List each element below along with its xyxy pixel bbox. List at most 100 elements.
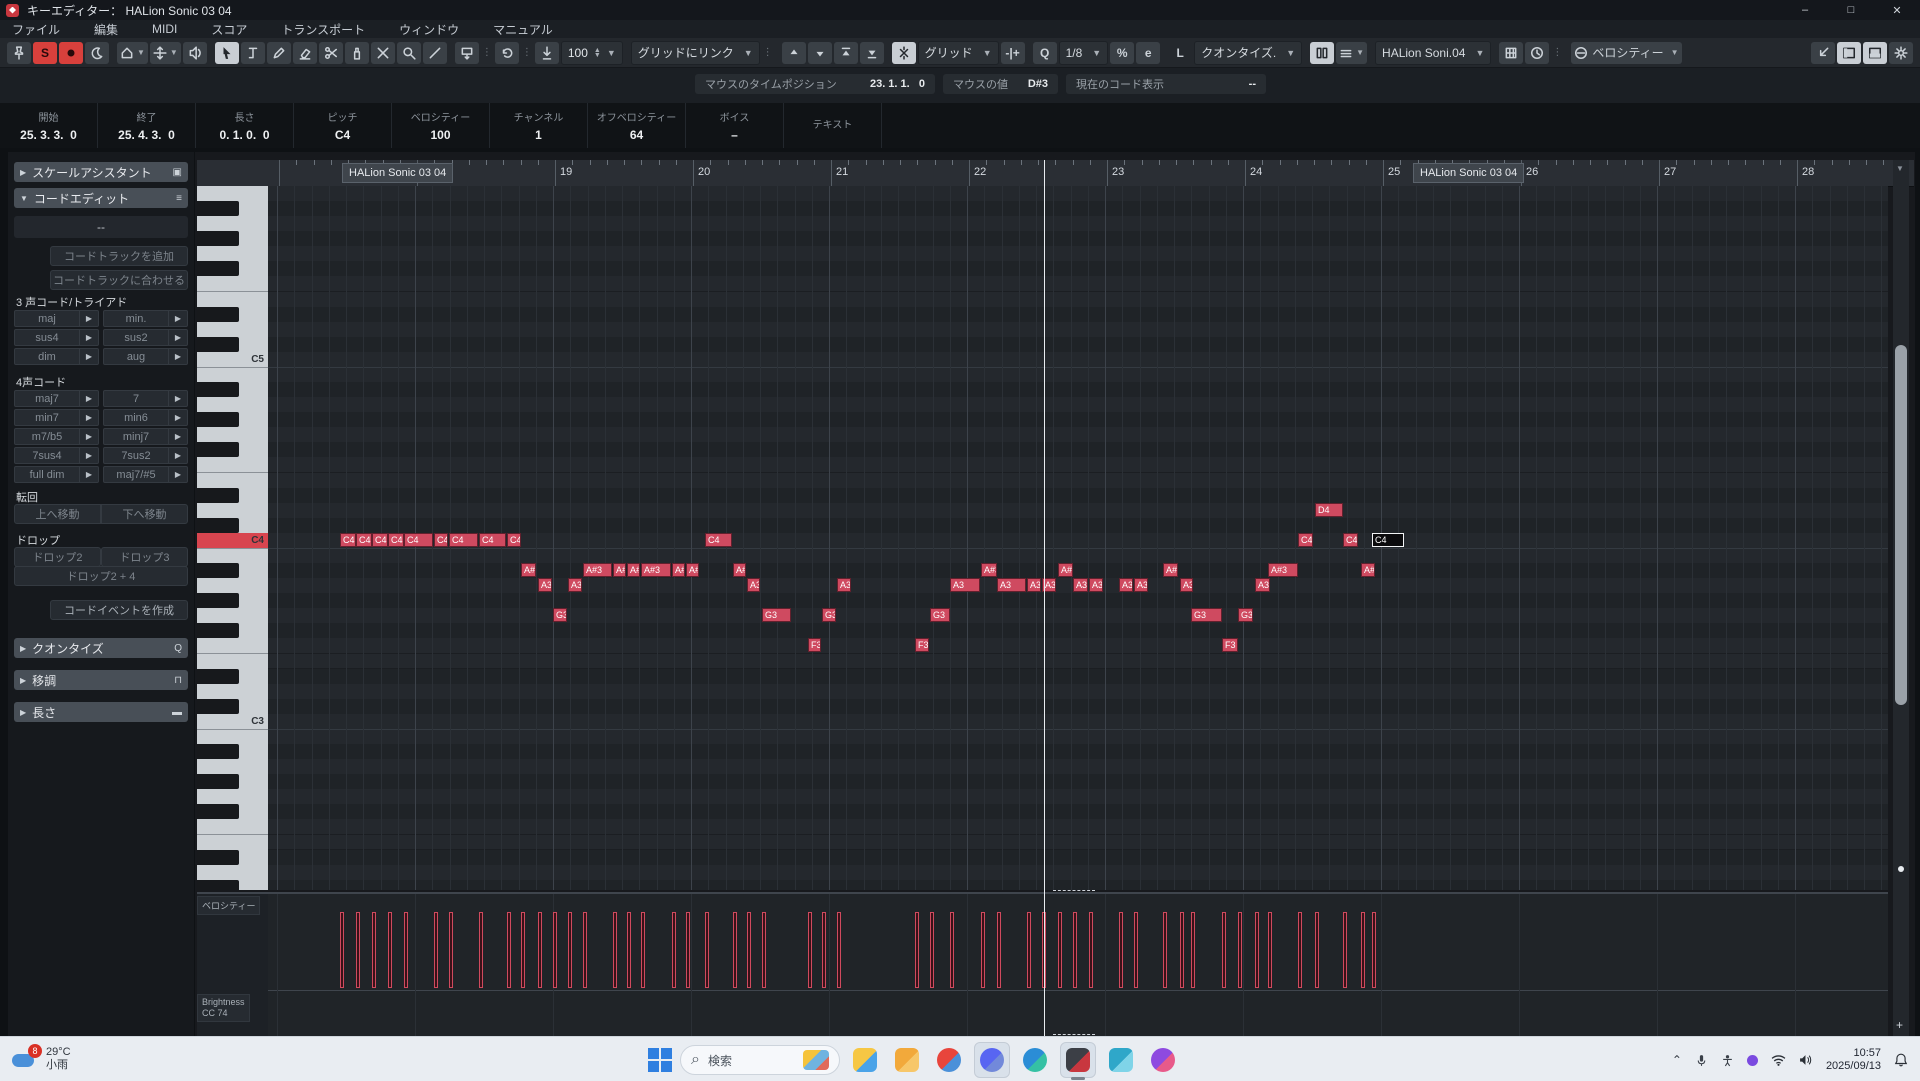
app-dot-icon[interactable]	[1747, 1055, 1758, 1066]
velocity-bar[interactable]	[1315, 912, 1319, 988]
tool-mute-x[interactable]	[371, 42, 395, 64]
midi-note[interactable]: G3	[553, 608, 567, 622]
midi-note[interactable]: A3	[1134, 578, 1148, 592]
velocity-bar[interactable]	[837, 912, 841, 988]
toolbar-setup-gear-button[interactable]	[1889, 42, 1913, 64]
part-visibility-button[interactable]: ▼	[1336, 42, 1367, 64]
velocity-bar[interactable]	[1027, 912, 1031, 988]
info-col-8[interactable]: テキスト	[784, 103, 882, 148]
velocity-bar[interactable]	[747, 912, 751, 988]
velocity-bar[interactable]	[1343, 912, 1347, 988]
midi-note[interactable]: A3	[747, 578, 760, 592]
velocity-bar[interactable]	[507, 912, 511, 988]
velocity-bar[interactable]	[1238, 912, 1242, 988]
velocity-bar[interactable]	[1134, 912, 1138, 988]
play-arrow-icon[interactable]: ▶	[79, 349, 98, 364]
transpose-octave-down-button[interactable]	[860, 42, 884, 64]
speaker-icon[interactable]	[1799, 1054, 1813, 1066]
midi-note[interactable]: C4	[356, 533, 372, 547]
fournote-fulldim-button[interactable]: full dim▶	[14, 466, 99, 483]
cc-lane-label[interactable]: BrightnessCC 74	[197, 994, 250, 1022]
snap-range-button[interactable]: -|+	[1001, 42, 1025, 64]
midi-note[interactable]: A3	[1255, 578, 1270, 592]
section-length[interactable]: ▶ 長さ ▬	[14, 702, 188, 722]
piano-key-As2[interactable]	[197, 744, 239, 759]
midi-note[interactable]: C4	[1343, 533, 1358, 547]
velocity-bar[interactable]	[1361, 912, 1365, 988]
piano-key-Cs5[interactable]	[197, 337, 239, 352]
tray-chevron-icon[interactable]: ⌃	[1672, 1053, 1682, 1067]
wifi-icon[interactable]	[1771, 1054, 1786, 1066]
tool-glue[interactable]	[345, 42, 369, 64]
midi-note[interactable]: A#3	[686, 563, 699, 577]
velocity-bar[interactable]	[1191, 912, 1195, 988]
taskbar-icon-chrome[interactable]	[932, 1043, 966, 1077]
midi-note[interactable]: A#3	[981, 563, 997, 577]
tool-line[interactable]	[423, 42, 447, 64]
play-arrow-icon[interactable]: ▶	[168, 467, 187, 482]
midi-note[interactable]: C4	[705, 533, 732, 547]
vertical-scrollbar[interactable]: ▼ +	[1893, 160, 1909, 1036]
section-transpose[interactable]: ▶ 移調 ⊓	[14, 670, 188, 690]
piano-key-Ds2[interactable]	[197, 850, 239, 865]
play-arrow-icon[interactable]: ▶	[79, 330, 98, 345]
fournote-7sus2-button[interactable]: 7sus2▶	[103, 447, 188, 464]
value-stepper[interactable]: ▲▼	[594, 48, 601, 58]
midi-note[interactable]: C4	[1298, 533, 1313, 547]
tool-trim[interactable]	[241, 42, 265, 64]
fournote-m7b5-button[interactable]: m7/b5▶	[14, 428, 99, 445]
play-arrow-icon[interactable]: ▶	[79, 429, 98, 444]
midi-note[interactable]: F3	[915, 638, 929, 652]
midi-note[interactable]: A#3	[641, 563, 671, 577]
piano-key-As4[interactable]	[197, 382, 239, 397]
fournote-min7-button[interactable]: min7▶	[14, 409, 99, 426]
midi-note[interactable]: A3	[950, 578, 980, 592]
velocity-bar[interactable]	[950, 912, 954, 988]
piano-key-Gs4[interactable]	[197, 412, 239, 427]
velocity-bar[interactable]	[1119, 912, 1123, 988]
window-setup-button[interactable]: ▼	[117, 42, 148, 64]
audition-speaker-button[interactable]	[183, 42, 207, 64]
triad-maj-button[interactable]: maj▶	[14, 310, 99, 327]
info-col-0[interactable]: 開始25. 3. 3. 0	[0, 103, 98, 148]
tool-draw-pencil[interactable]	[267, 42, 291, 64]
transpose-up-button[interactable]	[782, 42, 806, 64]
play-arrow-icon[interactable]: ▶	[168, 311, 187, 326]
velocity-bar[interactable]	[553, 912, 557, 988]
tool-zoom-magnifier[interactable]	[397, 42, 421, 64]
midi-note[interactable]: A#3	[733, 563, 746, 577]
play-arrow-icon[interactable]: ▶	[168, 410, 187, 425]
piano-key-Cs3[interactable]	[197, 699, 239, 714]
piano-key-Gs3[interactable]	[197, 593, 239, 608]
transpose-octave-up-button[interactable]	[834, 42, 858, 64]
midi-note[interactable]: A3	[568, 578, 582, 592]
triad-sus2-button[interactable]: sus2▶	[103, 329, 188, 346]
velocity-bar[interactable]	[340, 912, 344, 988]
play-arrow-icon[interactable]: ▶	[168, 448, 187, 463]
create-chord-event-button[interactable]: コードイベントを作成	[50, 600, 188, 620]
velocity-bar[interactable]	[449, 912, 453, 988]
menu-item-3[interactable]: スコア	[211, 21, 247, 38]
insert-velocity-field[interactable]: 100▲▼▼	[561, 41, 623, 65]
velocity-bar[interactable]	[981, 912, 985, 988]
match-chord-track-button[interactable]: コードトラックに合わせる	[50, 270, 188, 290]
fournote-maj75-button[interactable]: maj7/#5▶	[103, 466, 188, 483]
fournote-min6-button[interactable]: min6▶	[103, 409, 188, 426]
triad-aug-button[interactable]: aug▶	[103, 348, 188, 365]
midi-note[interactable]: A#3	[1163, 563, 1178, 577]
midi-note[interactable]: G3	[762, 608, 791, 622]
piano-key-Ds5[interactable]	[197, 307, 239, 322]
velocity-bar[interactable]	[1372, 912, 1376, 988]
midi-note[interactable]: A3	[1027, 578, 1041, 592]
fournote-maj7-button[interactable]: maj7▶	[14, 390, 99, 407]
midi-note[interactable]: F3	[808, 638, 821, 652]
tool-split-scissors[interactable]	[319, 42, 343, 64]
taskbar-icon-app-teal[interactable]	[1104, 1043, 1138, 1077]
velocity-bar[interactable]	[686, 912, 690, 988]
note-display[interactable]: C4C4C4C4C4C4C4C4C4A#3A3G3A3A#3A#3A#3A#3A…	[268, 186, 1888, 890]
solo-editor-button[interactable]: S	[33, 42, 57, 64]
autoscroll-button[interactable]	[455, 42, 479, 64]
velocity-bar[interactable]	[733, 912, 737, 988]
midi-note[interactable]: C4	[507, 533, 521, 547]
add-chord-track-button[interactable]: コードトラックを追加	[50, 246, 188, 266]
